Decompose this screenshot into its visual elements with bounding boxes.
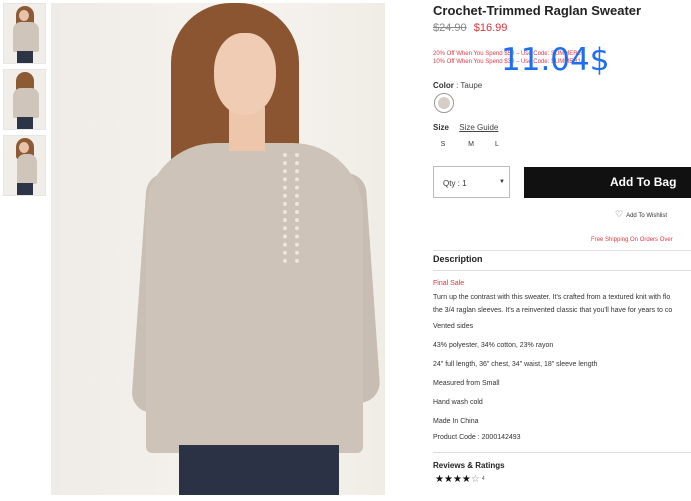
star-filled-icon: ★ [461,474,471,485]
description-line-2: the 3/4 raglan sleeves. It's a reinvente… [433,307,673,314]
swatch-fill [438,97,450,109]
thumb-face [19,10,29,21]
caret-down-icon: ▼ [499,179,505,185]
thumb-face [19,142,29,153]
color-label: Color [433,81,454,90]
model-jeans [179,445,339,495]
product-code: Product Code : 2000142493 [433,434,521,441]
description-item: 43% polyester, 34% cotton, 23% rayon [433,342,554,349]
size-guide-link[interactable]: Size Guide [459,123,498,132]
description-heading: Description [433,254,483,264]
divider [433,452,691,453]
thumb-sweater [13,22,39,52]
thumb-sweater [13,88,39,118]
star-filled-icon: ★ [452,474,462,485]
color-swatch-taupe[interactable] [434,93,454,113]
product-title: Crochet-Trimmed Raglan Sweater [433,3,642,18]
description-item: Measured from Small [433,380,500,387]
sale-price: $16.99 [473,22,508,34]
size-option-s[interactable]: S [437,141,449,148]
description-item: Vented sides [433,323,474,330]
price-row: $24.90 $16.99 [433,22,507,34]
size-row: Size Size Guide [433,123,498,132]
star-filled-icon: ★ [443,474,453,485]
description-item: Made In China [433,418,479,425]
review-count: 4 [481,476,485,483]
crochet-trim [283,153,299,263]
size-label: Size [433,123,450,132]
original-price: $24.90 [433,22,467,34]
size-option-l[interactable]: L [491,141,503,148]
divider [433,250,691,251]
add-to-bag-button[interactable]: Add To Bag [524,167,691,198]
quantity-value: Qty : 1 [443,179,467,188]
divider [433,270,691,271]
description-line-1: Turn up the contrast with this sweater. … [433,294,671,301]
reviews-heading: Reviews & Ratings [433,461,505,470]
thumb-jeans [17,183,33,195]
free-shipping-notice: Free Shipping On Orders Over [591,237,673,243]
add-to-wishlist-link[interactable]: ♡ Add To Wishlist [615,209,667,220]
quantity-select[interactable]: Qty : 1 ▼ [433,166,510,198]
overlay-price: 11.04$ [501,42,610,78]
thumbnail-back[interactable] [3,69,46,130]
product-info-panel: Crochet-Trimmed Raglan Sweater $24.90 $1… [433,0,691,501]
star-empty-icon: ☆ [470,474,480,485]
color-value: : Taupe [456,81,483,90]
heart-icon: ♡ [615,209,624,219]
thumbnail-strip [3,3,47,201]
thumbnail-side[interactable] [3,135,46,196]
sweater-body [146,143,363,453]
thumb-jeans [17,117,33,129]
thumb-sweater [17,154,37,184]
size-option-m[interactable]: M [465,141,477,148]
thumb-jeans [17,51,33,63]
final-sale-label: Final Sale [433,280,465,287]
description-item: 24" full length, 36" chest, 34" waist, 1… [433,361,598,368]
wishlist-label: Add To Wishlist [626,213,667,219]
color-row: Color : Taupe [433,81,482,90]
star-filled-icon: ★ [435,474,444,485]
main-product-image[interactable] [51,3,385,495]
stars-icon-group: ★★★★☆ [435,474,480,485]
thumbnail-front[interactable] [3,3,46,64]
description-item: Hand wash cold [433,399,483,406]
model-face [214,33,276,115]
star-rating[interactable]: ★★★★☆ 4 [435,474,485,485]
